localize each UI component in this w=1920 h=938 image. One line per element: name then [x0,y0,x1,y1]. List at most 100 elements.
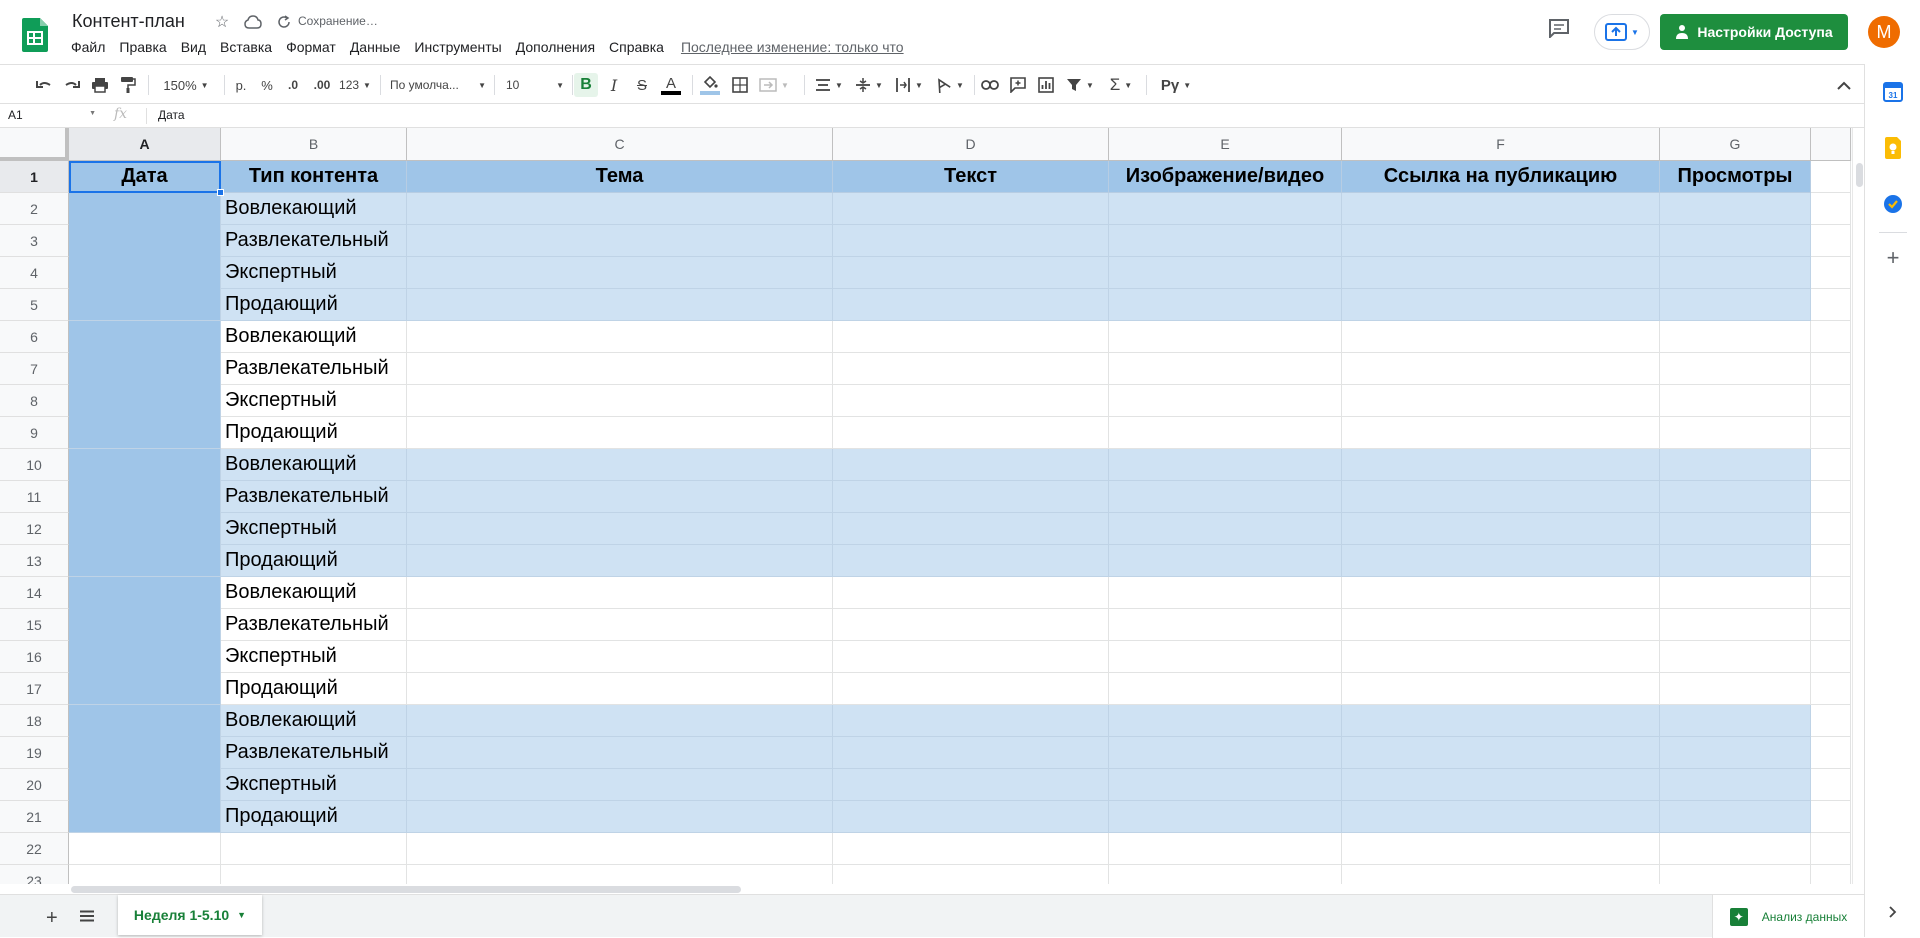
cell[interactable] [833,801,1109,833]
cell[interactable] [1342,673,1660,705]
menu-edit[interactable]: Правка [112,38,173,58]
cell[interactable] [407,801,833,833]
explore-button[interactable]: ✦ Анализ данных [1712,895,1864,938]
formula-input[interactable]: Дата [158,108,185,122]
cell[interactable] [1109,609,1342,641]
cell[interactable] [1660,801,1811,833]
column-header-overflow[interactable] [1811,128,1851,161]
cell[interactable] [833,193,1109,225]
sheet-tab[interactable]: Неделя 1-5.10 ▼ [118,895,262,935]
menu-insert[interactable]: Вставка [213,38,279,58]
cell[interactable] [1811,321,1851,353]
header-cell[interactable]: Текст [833,161,1109,193]
cell[interactable] [833,673,1109,705]
cell[interactable] [1811,769,1851,801]
cell[interactable] [1811,705,1851,737]
insert-comment-icon[interactable] [1006,73,1030,97]
cell[interactable] [1660,865,1811,884]
row-header[interactable]: 15 [0,609,69,641]
date-merged-cell[interactable] [69,705,221,833]
cell[interactable] [1660,385,1811,417]
cell[interactable] [833,705,1109,737]
cell[interactable] [1342,481,1660,513]
content-type-cell[interactable]: Продающий [221,545,407,577]
cell[interactable] [407,545,833,577]
cell[interactable] [1342,289,1660,321]
borders-icon[interactable] [728,73,752,97]
column-header-a[interactable]: A [69,128,221,161]
cell[interactable] [69,833,221,865]
cell[interactable] [1109,225,1342,257]
row-header[interactable]: 16 [0,641,69,673]
cell[interactable] [1660,545,1811,577]
cell[interactable] [407,737,833,769]
cell[interactable] [1342,353,1660,385]
row-header[interactable]: 5 [0,289,69,321]
document-title[interactable]: Контент-план [72,11,185,32]
content-type-cell[interactable]: Вовлекающий [221,321,407,353]
bold-icon[interactable]: B [574,73,598,97]
cell[interactable] [407,641,833,673]
cell[interactable] [1342,513,1660,545]
functions-icon[interactable]: Σ ▼ [1104,73,1138,97]
row-header[interactable]: 12 [0,513,69,545]
sheets-logo-icon[interactable] [22,18,48,52]
cell[interactable] [1811,481,1851,513]
cell[interactable] [1342,257,1660,289]
cell[interactable] [1342,417,1660,449]
present-button[interactable]: ▼ [1594,14,1650,50]
cell[interactable] [1660,673,1811,705]
cell[interactable] [833,609,1109,641]
cell[interactable] [407,225,833,257]
content-type-cell[interactable]: Развлекательный [221,353,407,385]
cell[interactable] [1811,513,1851,545]
row-header[interactable]: 19 [0,737,69,769]
cell[interactable] [1342,321,1660,353]
cell[interactable] [221,833,407,865]
keep-icon[interactable] [1881,136,1905,160]
cell[interactable] [1342,769,1660,801]
column-header-b[interactable]: B [221,128,407,161]
cell[interactable] [407,673,833,705]
filter-icon[interactable]: ▼ [1062,73,1098,97]
text-wrapping-icon[interactable]: ▼ [892,73,926,97]
content-type-cell[interactable]: Экспертный [221,513,407,545]
content-type-cell[interactable]: Вовлекающий [221,577,407,609]
row-header[interactable]: 17 [0,673,69,705]
content-type-cell[interactable]: Продающий [221,289,407,321]
cell[interactable] [833,225,1109,257]
avatar[interactable]: M [1868,16,1900,48]
cell[interactable] [407,833,833,865]
undo-icon[interactable] [32,73,56,97]
cell[interactable] [221,865,407,884]
cell[interactable] [407,609,833,641]
content-type-cell[interactable]: Продающий [221,801,407,833]
column-header-c[interactable]: C [407,128,833,161]
menu-addons[interactable]: Дополнения [509,38,602,58]
cell[interactable] [833,289,1109,321]
all-sheets-icon[interactable] [80,909,94,927]
cell[interactable] [1660,257,1811,289]
content-type-cell[interactable]: Экспертный [221,385,407,417]
text-color-icon[interactable]: A [658,73,684,97]
cell[interactable] [1109,673,1342,705]
font-size-select[interactable]: 10 ▼ [506,73,564,97]
row-header[interactable]: 2 [0,193,69,225]
column-header-d[interactable]: D [833,128,1109,161]
date-merged-cell[interactable] [69,577,221,705]
cell[interactable] [1811,641,1851,673]
zoom-select[interactable]: 150% ▼ [156,73,216,97]
show-side-panel-icon[interactable] [1881,900,1905,924]
cell[interactable] [407,289,833,321]
cell[interactable] [1109,641,1342,673]
row-header[interactable]: 14 [0,577,69,609]
calendar-icon[interactable]: 31 [1881,80,1905,104]
cell[interactable] [407,481,833,513]
cell[interactable] [407,705,833,737]
cell[interactable] [1109,321,1342,353]
cell[interactable] [1342,737,1660,769]
row-header[interactable]: 7 [0,353,69,385]
header-cell[interactable]: Дата [69,161,221,193]
cell[interactable] [833,385,1109,417]
date-merged-cell[interactable] [69,321,221,449]
